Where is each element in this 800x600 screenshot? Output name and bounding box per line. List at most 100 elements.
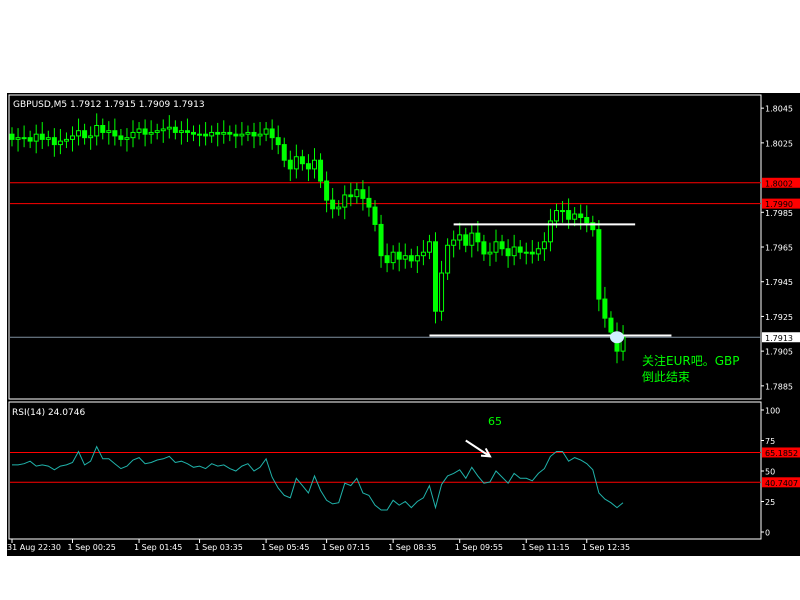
candle-body-14 [94,125,100,137]
candle-body-85 [523,251,529,254]
chart-window: GBPUSD,M5 1.7912 1.7915 1.7909 1.7913 1.… [7,93,800,556]
candle-body-70 [433,241,438,312]
candle-body-19 [124,137,130,140]
price-tick-label-0: 1.8045 [765,105,793,114]
time-label-3: 1 Sep 03:35 [195,543,243,552]
candle-body-10 [70,135,75,140]
candle-body-94 [578,213,584,218]
price-tick-label-3: 1.7965 [765,244,793,253]
candle-body-46 [287,159,293,170]
candle-body-81 [499,241,505,250]
candle-body-68 [420,251,426,257]
candle-body-88 [541,241,547,250]
candle-body-79 [487,251,493,255]
candle-body-62 [384,255,390,264]
candle-body-72 [445,244,451,274]
candle-body-84 [517,246,523,253]
candle-body-75 [463,234,469,246]
candle-body-73 [451,239,457,246]
candle-body-54 [336,206,342,210]
candle-body-92 [566,210,572,220]
candle-body-22 [142,128,148,135]
annotation-line-1: 关注EUR吧。GBP [642,353,739,368]
price-tick-label-7: 1.7885 [765,382,793,391]
candle-body-2 [21,137,27,140]
candle-body-50 [312,159,317,170]
candle-body-76 [469,232,475,246]
candle-body-86 [529,251,535,255]
candle-body-12 [82,130,88,139]
price-tick-label-6: 1.7905 [765,348,793,357]
price-tick-label-2: 1.7985 [765,209,793,218]
price-tick-label-5: 1.7925 [765,313,793,322]
rsi-annotation: 65 [488,415,502,428]
candle-body-48 [299,156,305,165]
candle-body-42 [263,128,269,135]
candle-body-77 [475,232,481,243]
candle-body-95 [584,216,590,224]
candle-body-60 [372,206,378,225]
candle-body-30 [191,131,196,135]
candle-body-52 [324,180,330,201]
candle-body-83 [511,246,517,257]
candle-body-80 [493,241,499,253]
bid-label: 1.7913 [765,334,793,343]
candle-body-0 [9,133,15,140]
candle-body-8 [57,140,63,146]
price-level-label-0: 1.8002 [765,179,793,188]
rsi-tick-label-3: 25 [765,498,775,507]
candle-body-63 [390,251,396,264]
price-pane-title: GBPUSD,M5 1.7912 1.7915 1.7909 1.7913 [13,100,205,110]
chart-canvas: GBPUSD,M5 1.7912 1.7915 1.7909 1.7913 1.… [7,93,800,556]
candle-body-90 [554,210,559,222]
candle-body-47 [293,156,299,170]
candle-body-29 [184,130,190,133]
price-marker [610,331,624,344]
rsi-pane-title: RSI(14) 24.0746 [12,408,85,418]
candle-body-23 [148,131,154,135]
candle-body-74 [457,234,463,241]
candle-body-78 [481,241,487,255]
candle-body-51 [318,159,324,182]
candle-body-82 [505,248,511,257]
time-label-4: 1 Sep 05:45 [261,543,309,552]
candle-body-67 [414,255,420,262]
candle-body-33 [209,131,215,137]
candle-body-9 [63,138,69,142]
candle-body-16 [106,130,112,133]
time-label-9: 1 Sep 12:35 [582,543,630,552]
candle-body-40 [251,131,257,137]
candle-body-44 [275,137,281,146]
candle-body-11 [76,130,82,137]
candle-body-43 [269,128,275,139]
candle-body-38 [239,133,245,137]
candle-body-31 [197,133,203,136]
time-label-5: 1 Sep 07:15 [322,543,370,552]
time-label-6: 1 Sep 08:35 [388,543,436,552]
price-tick-label-1: 1.8025 [765,139,793,148]
candle-body-71 [439,272,445,312]
candle-body-35 [221,131,227,135]
candle-body-32 [203,133,209,137]
candle-body-49 [305,163,311,170]
candle-body-27 [172,126,178,133]
price-level-label-1: 1.7990 [765,200,793,209]
candle-body-65 [402,255,408,260]
candle-body-1 [15,137,21,140]
candle-body-20 [130,131,136,139]
candle-body-25 [160,128,166,132]
candle-body-98 [602,298,608,319]
candle-body-59 [366,197,372,208]
candle-body-37 [233,133,239,137]
candle-body-15 [100,125,106,133]
candle-body-39 [245,131,251,135]
candle-body-57 [354,189,360,198]
candle-body-6 [45,137,51,140]
candle-body-3 [27,137,33,142]
candle-body-13 [88,135,94,139]
rsi-tick-label-1: 75 [765,437,775,446]
candle-body-91 [560,210,566,213]
candle-body-5 [39,133,45,140]
candle-body-53 [330,199,336,210]
time-label-0: 31 Aug 22:30 [7,543,61,552]
